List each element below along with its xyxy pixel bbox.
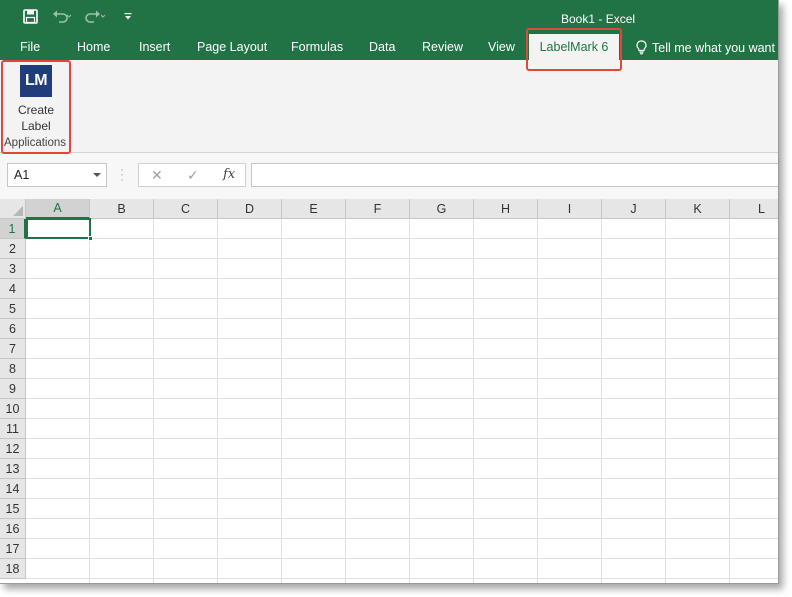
formula-bar: A1 · · · ✕ ✓ fx: [0, 153, 778, 199]
select-all-triangle-icon: [13, 206, 23, 216]
column-header-i[interactable]: I: [538, 199, 602, 219]
name-box-value: A1: [14, 168, 30, 182]
row-header-2[interactable]: 2: [0, 239, 26, 259]
column-header-k[interactable]: K: [666, 199, 730, 219]
column-header-c[interactable]: C: [154, 199, 218, 219]
tab-formulas[interactable]: Formulas: [291, 40, 343, 54]
undo-icon[interactable]: [51, 6, 73, 26]
formula-bar-buttons: ✕ ✓ fx: [138, 163, 246, 187]
excel-window: Book1 - Excel File Home Insert Page Layo…: [0, 0, 779, 584]
column-header-j[interactable]: J: [602, 199, 666, 219]
labelmark-logo-icon: LM: [20, 65, 52, 97]
enter-icon[interactable]: ✓: [187, 167, 199, 184]
column-header-l[interactable]: L: [730, 199, 778, 219]
row-header-18[interactable]: 18: [0, 559, 26, 579]
cancel-icon[interactable]: ✕: [151, 167, 163, 184]
ribbon-group-separator: [70, 66, 71, 148]
row-header-12[interactable]: 12: [0, 439, 26, 459]
tab-data[interactable]: Data: [369, 40, 395, 54]
create-label-line1: Create: [17, 103, 55, 117]
formula-bar-grip-icon[interactable]: · · ·: [120, 163, 124, 185]
row-header-11[interactable]: 11: [0, 419, 26, 439]
column-header-e[interactable]: E: [282, 199, 346, 219]
fill-handle[interactable]: [88, 236, 93, 241]
customize-qat-icon[interactable]: [121, 6, 135, 26]
column-header-b[interactable]: B: [90, 199, 154, 219]
tab-page-layout[interactable]: Page Layout: [197, 40, 267, 54]
row-header-7[interactable]: 7: [0, 339, 26, 359]
create-label-button[interactable]: LM Create Label: [6, 65, 66, 135]
ribbon-tab-bar: File Home Insert Page Layout Formulas Da…: [0, 34, 778, 60]
tab-insert[interactable]: Insert: [139, 40, 170, 54]
active-cell-a1[interactable]: [26, 218, 91, 239]
row-header-14[interactable]: 14: [0, 479, 26, 499]
formula-input[interactable]: [251, 163, 778, 187]
ribbon-group-label: Applications: [4, 137, 67, 149]
column-header-f[interactable]: F: [346, 199, 410, 219]
name-box-dropdown-icon[interactable]: [93, 173, 101, 177]
name-box[interactable]: A1: [7, 163, 107, 187]
row-header-6[interactable]: 6: [0, 319, 26, 339]
row-header-17[interactable]: 17: [0, 539, 26, 559]
row-header-3[interactable]: 3: [0, 259, 26, 279]
ribbon-panel: LM Create Label Applications: [0, 60, 778, 153]
row-header-16[interactable]: 16: [0, 519, 26, 539]
tab-review[interactable]: Review: [422, 40, 463, 54]
column-header-d[interactable]: D: [218, 199, 282, 219]
column-header-h[interactable]: H: [474, 199, 538, 219]
row-header-9[interactable]: 9: [0, 379, 26, 399]
row-header-13[interactable]: 13: [0, 459, 26, 479]
worksheet-grid: A B C D E F G H I J K L 1 2 3 4 5 6 7 8 …: [0, 199, 778, 583]
redo-icon[interactable]: [84, 6, 106, 26]
column-header-a[interactable]: A: [26, 199, 90, 219]
tell-me-search[interactable]: Tell me what you want t: [636, 40, 779, 55]
row-header-4[interactable]: 4: [0, 279, 26, 299]
row-header-5[interactable]: 5: [0, 299, 26, 319]
tab-view[interactable]: View: [488, 40, 515, 54]
create-label-line2: Label: [21, 119, 51, 133]
row-header-1[interactable]: 1: [0, 219, 26, 239]
row-header-10[interactable]: 10: [0, 399, 26, 419]
tab-file[interactable]: File: [20, 40, 40, 54]
select-all-button[interactable]: [0, 199, 26, 219]
column-header-g[interactable]: G: [410, 199, 474, 219]
window-title: Book1 - Excel: [561, 12, 636, 26]
tab-home[interactable]: Home: [77, 40, 110, 54]
row-header-15[interactable]: 15: [0, 499, 26, 519]
title-bar: Book1 - Excel: [0, 0, 778, 34]
save-icon[interactable]: [20, 6, 40, 26]
lightbulb-icon: [636, 40, 647, 55]
insert-function-button[interactable]: fx: [223, 167, 235, 182]
tell-me-text: Tell me what you want t: [652, 40, 779, 55]
tab-labelmark-6[interactable]: LabelMark 6: [529, 34, 619, 60]
row-header-8[interactable]: 8: [0, 359, 26, 379]
cell-area[interactable]: [26, 219, 778, 583]
